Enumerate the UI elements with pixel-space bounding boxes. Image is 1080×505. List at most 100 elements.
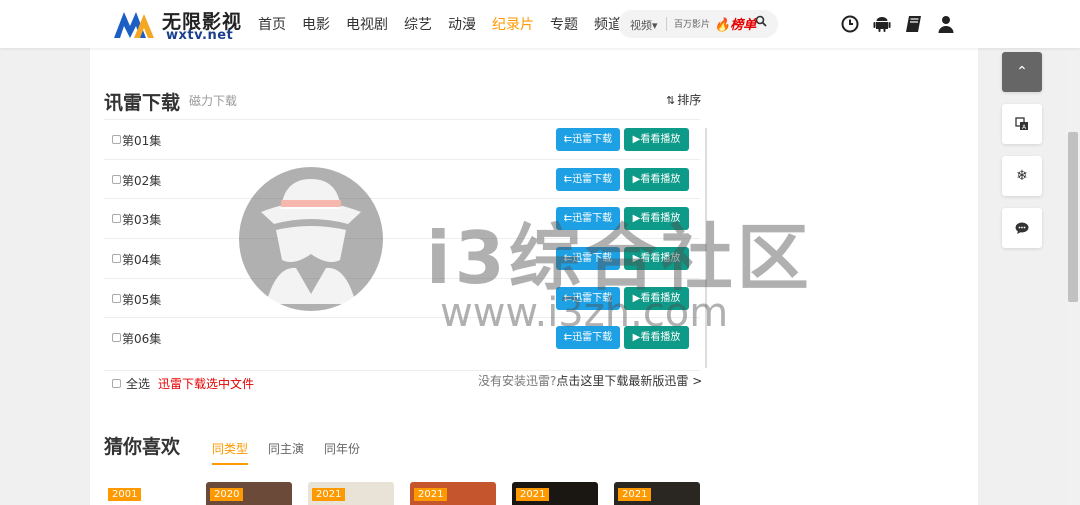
main-content-card: 讯雷下载 磁力下载 ⇅ 排序 第01集 ⇇迅雷下载 ▶看看播放 第02集 ⇇迅雷下… xyxy=(90,48,978,505)
page-scrollbar-thumb[interactable] xyxy=(1068,132,1078,302)
episode-label: 第04集 xyxy=(122,253,162,268)
play-button-label: 看看播放 xyxy=(640,173,681,185)
play-button-label: 看看播放 xyxy=(640,332,681,344)
episode-row: 第05集 ⇇迅雷下载 ▶看看播放 xyxy=(104,277,700,318)
nav-home[interactable]: 首页 xyxy=(258,14,286,34)
thunder-download-label: 迅雷下载 xyxy=(572,173,613,185)
select-all-checkbox[interactable] xyxy=(112,379,121,388)
play-button-label: 看看播放 xyxy=(640,134,681,145)
episode-list-scrollbar[interactable] xyxy=(705,128,707,368)
episode-label: 第02集 xyxy=(122,173,162,188)
play-button[interactable]: ▶看看播放 xyxy=(624,167,689,191)
episode-checkbox[interactable] xyxy=(112,214,121,224)
search-type-select[interactable]: 视频▾ xyxy=(630,17,658,33)
thunder-icon: ⇇ xyxy=(563,332,573,344)
tab-same-year[interactable]: 同年份 xyxy=(324,440,360,465)
year-badge: 2021 xyxy=(618,488,652,501)
install-thunder-link[interactable]: 点击这里下载最新版迅雷 > xyxy=(556,374,702,388)
snowflake-icon: ❄ xyxy=(1016,168,1028,184)
play-button-label: 看看播放 xyxy=(640,292,681,304)
thunder-download-label: 迅雷下载 xyxy=(572,292,613,304)
nav-topic[interactable]: 专题 xyxy=(550,14,578,34)
history-icon[interactable] xyxy=(840,14,860,34)
thunder-download-button[interactable]: ⇇迅雷下载 xyxy=(556,207,620,231)
nav-tv[interactable]: 电视剧 xyxy=(346,14,388,34)
play-button[interactable]: ▶看看播放 xyxy=(624,247,689,271)
header-icons xyxy=(840,14,956,34)
nav-variety[interactable]: 综艺 xyxy=(404,14,432,34)
year-badge: 2020 xyxy=(210,488,244,501)
chevron-up-icon: ⌃ xyxy=(1016,64,1028,80)
chat-icon xyxy=(1015,222,1029,234)
sort-label: 排序 xyxy=(677,93,702,107)
snow-effect-button[interactable]: ❄ xyxy=(1002,156,1042,196)
year-badge: 2021 xyxy=(516,488,550,501)
thunder-download-button[interactable]: ⇇迅雷下载 xyxy=(556,247,620,271)
sort-button[interactable]: ⇅ 排序 xyxy=(666,91,701,108)
magnet-download-tab[interactable]: 磁力下载 xyxy=(189,92,237,109)
tab-same-cast[interactable]: 同主演 xyxy=(268,440,304,465)
translate-button[interactable]: A xyxy=(1002,104,1042,144)
logo-mark-icon xyxy=(114,12,154,38)
feedback-button[interactable] xyxy=(1002,208,1042,248)
user-icon[interactable] xyxy=(936,14,956,34)
translate-icon: A xyxy=(1015,117,1028,131)
search-input[interactable]: 百万影片 xyxy=(674,17,710,30)
back-to-top-button[interactable]: ⌃ xyxy=(1002,52,1042,92)
episode-row: 第02集 ⇇迅雷下载 ▶看看播放 xyxy=(104,158,700,199)
fire-icon: 🔥 xyxy=(714,18,731,33)
thunder-icon: ⇇ xyxy=(563,253,573,265)
thunder-download-label: 迅雷下载 xyxy=(572,253,613,265)
hot-rank-label: 榜单 xyxy=(730,18,757,33)
search-box: 视频▾ 百万影片 🔥榜单 xyxy=(618,10,778,38)
play-button[interactable]: ▶看看播放 xyxy=(624,326,689,350)
episode-label: 第01集 xyxy=(122,134,162,148)
episode-label: 第03集 xyxy=(122,213,162,228)
video-thumbnail[interactable]: 2021 xyxy=(614,482,700,505)
book-icon[interactable] xyxy=(904,14,924,34)
search-type-label: 视频 xyxy=(630,19,652,32)
thunder-icon: ⇇ xyxy=(563,292,573,304)
download-selected-link[interactable]: 迅雷下载选中文件 xyxy=(158,375,254,392)
site-logo[interactable]: 无限影视 wxtv.net xyxy=(112,6,242,43)
android-icon[interactable] xyxy=(872,14,892,34)
episode-label: 第05集 xyxy=(122,292,162,307)
nav-anime[interactable]: 动漫 xyxy=(448,14,476,34)
thunder-download-button[interactable]: ⇇迅雷下载 xyxy=(556,167,620,191)
thunder-download-button[interactable]: ⇇迅雷下载 xyxy=(556,286,620,310)
episode-checkbox[interactable] xyxy=(112,333,121,343)
episode-row: 第04集 ⇇迅雷下载 ▶看看播放 xyxy=(104,238,700,278)
nav-documentary[interactable]: 纪录片 xyxy=(492,14,534,34)
year-badge: 2021 xyxy=(414,488,448,501)
thunder-icon: ⇇ xyxy=(563,134,573,145)
sort-icon: ⇅ xyxy=(666,94,676,107)
play-button[interactable]: ▶看看播放 xyxy=(624,207,689,231)
video-thumbnail[interactable]: 2021 xyxy=(512,482,598,505)
year-badge: 2001 xyxy=(108,488,142,501)
download-section-title: 讯雷下载 xyxy=(104,92,181,114)
thunder-download-label: 迅雷下载 xyxy=(572,332,613,344)
thunder-icon: ⇇ xyxy=(563,173,573,185)
tab-same-genre[interactable]: 同类型 xyxy=(212,440,249,465)
video-thumbnail[interactable]: 2001 xyxy=(104,482,190,505)
thunder-download-button[interactable]: ⇇迅雷下载 xyxy=(556,128,620,151)
play-button[interactable]: ▶看看播放 xyxy=(624,286,689,310)
episode-checkbox[interactable] xyxy=(112,254,121,264)
play-button[interactable]: ▶看看播放 xyxy=(624,128,689,151)
episode-checkbox[interactable] xyxy=(112,135,121,144)
video-thumbnail[interactable]: 2021 xyxy=(308,482,394,505)
thunder-download-label: 迅雷下载 xyxy=(572,213,613,225)
logo-text-en: wxtv.net xyxy=(166,28,234,43)
video-thumbnail[interactable]: 2020 xyxy=(206,482,292,505)
top-header: 无限影视 wxtv.net 首页 电影 电视剧 综艺 动漫 纪录片 专题 频道⌄… xyxy=(0,0,1080,48)
episode-row: 第03集 ⇇迅雷下载 ▶看看播放 xyxy=(104,198,700,238)
nav-movie[interactable]: 电影 xyxy=(302,14,330,34)
hot-rank-badge[interactable]: 🔥榜单 xyxy=(714,14,756,33)
episode-checkbox[interactable] xyxy=(112,293,121,303)
episode-checkbox[interactable] xyxy=(112,174,121,184)
video-thumbnail[interactable]: 2021 xyxy=(410,482,496,505)
page-scrollbar[interactable] xyxy=(1066,48,1080,505)
search-icon[interactable] xyxy=(755,15,767,27)
episode-row: 第01集 ⇇迅雷下载 ▶看看播放 xyxy=(104,119,700,159)
thunder-download-button[interactable]: ⇇迅雷下载 xyxy=(556,326,620,350)
